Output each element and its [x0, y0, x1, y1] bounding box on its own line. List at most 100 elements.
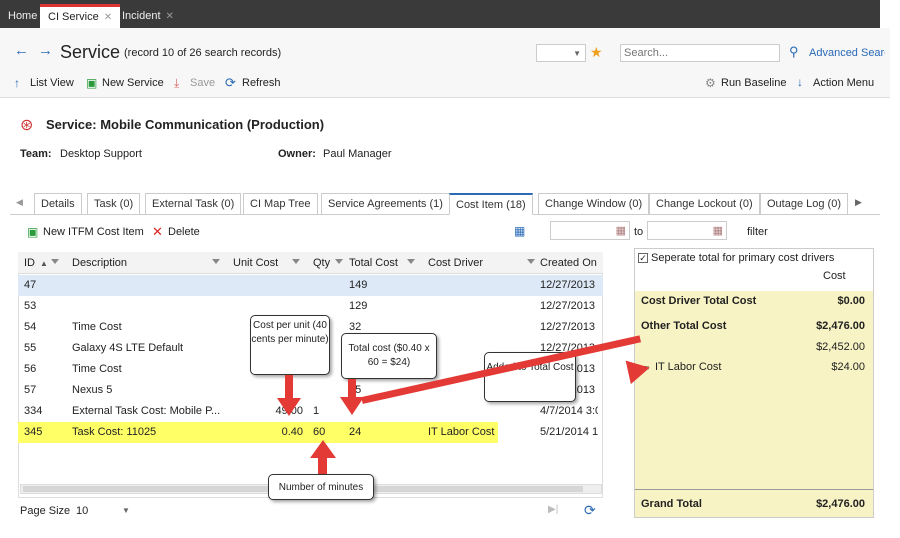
col-id[interactable]: ID [24, 257, 35, 269]
search-icon[interactable]: ⚲ [789, 44, 799, 60]
forward-arrow-icon[interactable]: → [38, 42, 53, 59]
owner-label: Owner: [278, 148, 316, 160]
refresh-button[interactable]: Refresh [242, 77, 281, 89]
close-icon[interactable]: ✕ [166, 11, 174, 22]
labor-label: IT Labor Cost [655, 361, 722, 373]
driver-total-label: Cost Driver Total Cost [641, 295, 757, 307]
tab-ci-service[interactable]: CI Service ✕ [40, 4, 121, 28]
last-page-icon[interactable]: ▶| [548, 504, 558, 515]
tab-task[interactable]: Task (0) [87, 193, 141, 215]
tab-incident[interactable]: Incident ✕ [114, 4, 182, 28]
cell-created: 12/27/2013 1: [540, 321, 598, 333]
calendar-filter-icon[interactable]: ▦ [514, 224, 525, 238]
owner-value: Paul Manager [323, 148, 392, 160]
col-qty[interactable]: Qty [313, 257, 330, 269]
cell-id: 345 [24, 426, 43, 438]
refresh-icon[interactable]: ⟳ [584, 502, 596, 519]
cost-summary-panel: ✓ Seperate total for primary cost driver… [634, 248, 874, 518]
driver-total-value: $0.00 [837, 295, 865, 307]
back-arrow-icon[interactable]: ← [14, 42, 29, 59]
arrow-head [277, 398, 301, 416]
col-total-cost[interactable]: Total Cost [349, 257, 398, 269]
col-created-on[interactable]: Created On [540, 257, 597, 269]
other-total-label: Other Total Cost [641, 320, 727, 332]
col-description[interactable]: Description [72, 257, 127, 269]
team-value: Desktop Support [60, 148, 142, 160]
filter-icon[interactable] [527, 259, 535, 264]
cell-total: 32 [349, 321, 362, 333]
tab-details[interactable]: Details [34, 193, 82, 215]
tab-ci-map-tree[interactable]: CI Map Tree [243, 193, 318, 215]
page-size-select[interactable]: 10 ▼ [74, 501, 134, 519]
sort-icon[interactable]: ▲ [40, 259, 48, 268]
cell-desc: External Task Cost: Mobile P... [72, 405, 221, 417]
tab-change-window[interactable]: Change Window (0) [538, 193, 650, 215]
filter-icon[interactable] [292, 259, 300, 264]
table-row[interactable]: 334 External Task Cost: Mobile P... 49.00 1… [18, 401, 603, 422]
record-heading: Service: Mobile Communication (Productio… [46, 117, 325, 132]
tab-change-lockout[interactable]: Change Lockout (0) [649, 193, 760, 215]
cell-desc: Nexus 5 [72, 384, 113, 396]
divider [635, 489, 873, 490]
cell-id: 55 [24, 342, 37, 354]
cell-created: 12/27/2013 1: [540, 279, 598, 291]
filter-button[interactable]: filter [747, 226, 768, 238]
close-icon[interactable]: ✕ [104, 12, 112, 23]
advanced-search-link[interactable]: Advanced Search [809, 47, 885, 59]
action-menu-button[interactable]: Action Menu [813, 77, 874, 89]
delete-button[interactable]: Delete [168, 226, 200, 238]
cell-qty: 60 [313, 426, 326, 438]
tab-cost-item[interactable]: Cost Item (18) [449, 193, 533, 215]
page-size-label: Page Size [20, 505, 71, 517]
favorite-star-icon[interactable]: ★ [590, 44, 603, 61]
cell-total: 129 [349, 300, 368, 312]
arrow-shaft [285, 375, 293, 400]
save-button[interactable]: Save [190, 77, 215, 89]
search-scope-select[interactable]: ▼ [536, 44, 586, 62]
cell-id: 334 [24, 405, 43, 417]
table-row[interactable]: 345 Task Cost: 11025 0.40 60 24 IT Labor Cost… [18, 422, 598, 443]
new-service-button[interactable]: New Service [102, 77, 164, 89]
grand-total-label: Grand Total [641, 498, 702, 510]
page-title: Service [60, 42, 121, 62]
chevron-down-icon: ▼ [573, 49, 581, 58]
refresh-icon: ⟳ [225, 75, 236, 90]
filter-icon[interactable] [407, 259, 415, 264]
run-baseline-button[interactable]: Run Baseline [721, 77, 786, 89]
filter-icon[interactable] [51, 259, 59, 264]
scroll-left-icon[interactable]: ◀ [16, 197, 23, 208]
page-size-value: 10 [76, 505, 89, 517]
scroll-right-icon[interactable]: ▶ [855, 197, 862, 208]
table-row[interactable]: 47 149 12/27/2013 1: [18, 275, 603, 296]
calendar-icon[interactable]: ▦ [616, 224, 626, 237]
search-input[interactable] [620, 44, 780, 62]
list-view-button[interactable]: List View [30, 77, 74, 89]
tab-external-task[interactable]: External Task (0) [145, 193, 242, 215]
col-unit-cost[interactable]: Unit Cost [233, 257, 278, 269]
date-from-input[interactable]: ▦ [550, 221, 630, 240]
calendar-icon[interactable]: ▦ [713, 224, 723, 237]
cost-column-header: Cost [823, 270, 846, 282]
tab-outage-log[interactable]: Outage Log (0) [760, 193, 848, 215]
col-cost-driver[interactable]: Cost Driver [428, 257, 483, 269]
chevron-down-icon: ▼ [122, 506, 130, 515]
date-to-input[interactable]: ▦ [647, 221, 727, 240]
new-cost-item-button[interactable]: New ITFM Cost Item [43, 226, 144, 238]
cell-qty: 1 [313, 405, 320, 417]
callout-cost-per-unit: Cost per unit (40 cents per minute) [250, 315, 330, 375]
filter-icon[interactable] [335, 259, 343, 264]
grid-header: ID ▲ Description Unit Cost Qty Total Cos… [18, 252, 603, 274]
filter-icon[interactable] [212, 259, 220, 264]
new-item-icon: ▣ [27, 225, 39, 239]
cell-id: 47 [24, 279, 37, 291]
record-info: (record 10 of 26 search records) [124, 47, 282, 59]
separate-total-checkbox[interactable]: ✓ [638, 253, 648, 263]
tab-service-agreements[interactable]: Service Agreements (1) [321, 193, 450, 215]
tab-home[interactable]: Home [0, 4, 45, 28]
cell-desc: Galaxy 4S LTE Default [72, 342, 184, 354]
table-row[interactable]: 53 129 12/27/2013 1: [18, 296, 603, 317]
arrow-head [340, 397, 364, 415]
cell-id: 56 [24, 363, 37, 375]
list-view-icon: ↑ [14, 76, 20, 90]
labor-value: $24.00 [831, 361, 865, 373]
